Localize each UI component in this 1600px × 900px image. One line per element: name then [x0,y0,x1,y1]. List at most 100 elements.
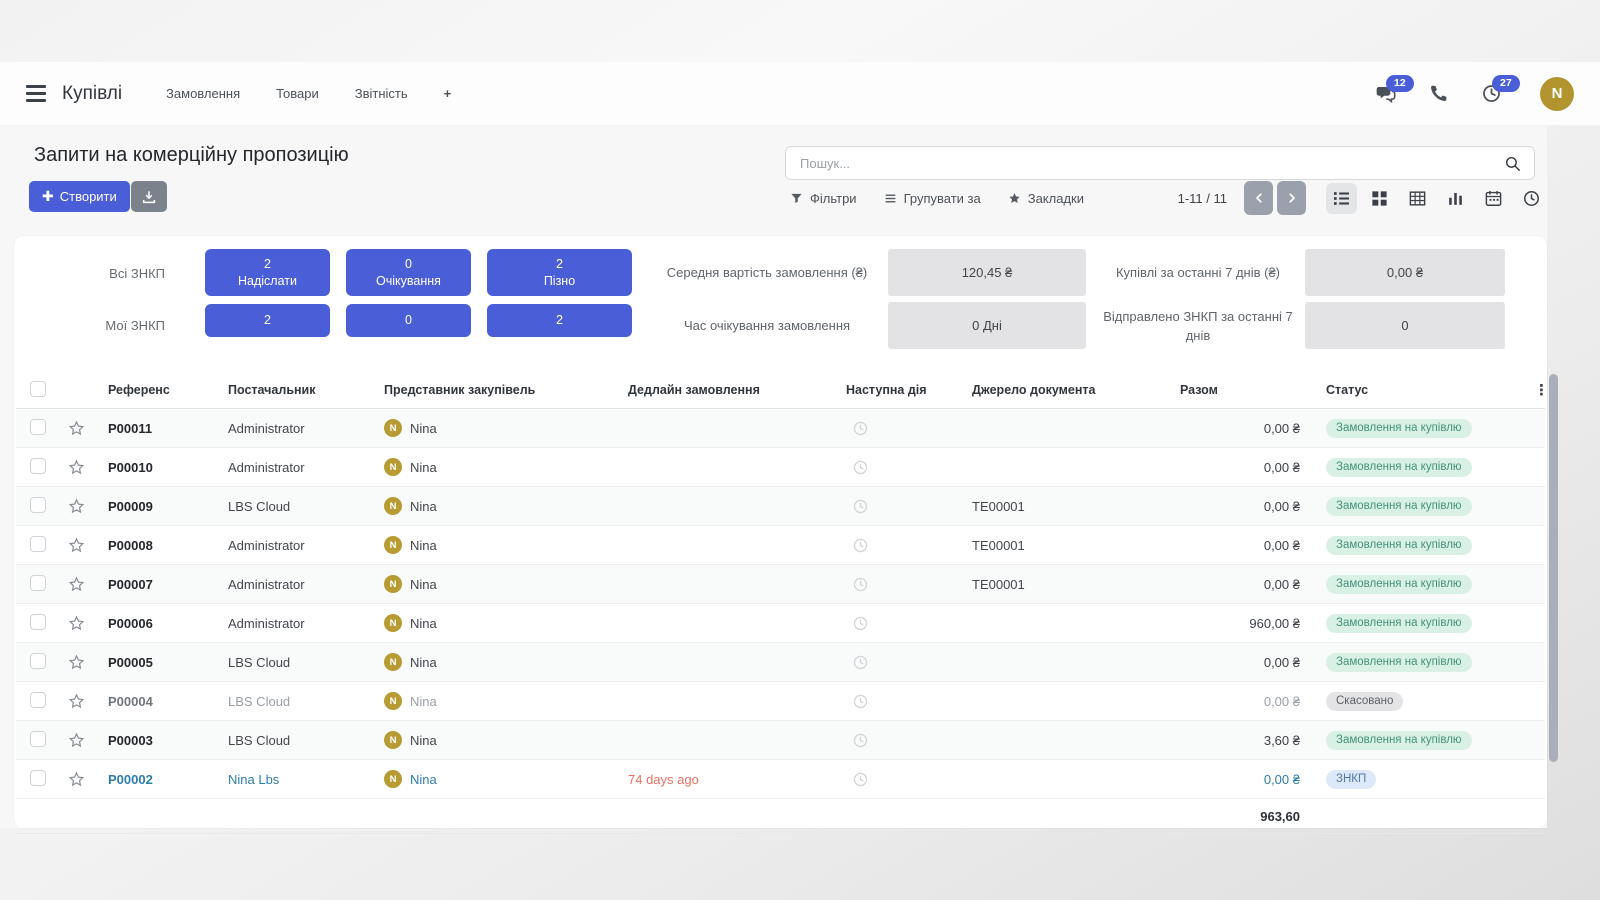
star-icon[interactable] [68,498,85,515]
star-icon[interactable] [68,576,85,593]
table-row[interactable]: P00007 Administrator N Nina TE00001 0,00 … [16,565,1545,604]
star-icon[interactable] [68,771,85,788]
messages-button[interactable]: 12 [1375,75,1414,104]
col-buyer-rep[interactable]: Представник закупівель [384,383,628,397]
star-icon[interactable] [68,654,85,671]
col-status[interactable]: Статус [1310,383,1534,397]
kpi-my-late-button[interactable]: 2 [487,304,632,337]
clock-icon[interactable] [852,693,869,710]
vertical-scrollbar[interactable] [1549,374,1558,762]
table-row[interactable]: P00005 LBS Cloud N Nina 0,00 ₴ Замовлення… [16,643,1545,682]
row-checkbox[interactable] [30,457,46,474]
table-row[interactable]: P00003 LBS Cloud N Nina 3,60 ₴ Замовлення… [16,721,1545,760]
select-all-checkbox[interactable] [30,380,46,397]
rep-avatar: N [384,497,402,515]
bookmark-star-icon [1008,192,1021,205]
col-source-document[interactable]: Джерело документа [972,383,1180,397]
table-body: P00011 Administrator N Nina 0,00 ₴ Замовл… [16,409,1545,799]
col-next-activity[interactable]: Наступна дія [846,383,972,397]
kpi-to-send-button[interactable]: 2 Надіслати [205,249,330,296]
app-title[interactable]: Купівлі [62,83,122,105]
star-icon[interactable] [68,537,85,554]
filters-button[interactable]: Фільтри [790,191,857,206]
col-reference[interactable]: Референс [108,383,228,397]
view-activity-button[interactable] [1516,183,1547,214]
pager-next-button[interactable] [1277,181,1306,215]
create-button[interactable]: ✚ Створити [29,181,130,212]
rep-avatar: N [384,692,402,710]
nav-item-reporting[interactable]: Звітність [355,86,408,101]
kpi-my-waiting-button[interactable]: 0 [346,304,471,337]
search-input[interactable] [786,155,1504,171]
nav-item-orders[interactable]: Замовлення [166,86,240,101]
clock-icon[interactable] [852,654,869,671]
table-row[interactable]: P00002 Nina Lbs N Nina 74 days ago 0,00 ₴… [16,760,1545,799]
nav-item-products[interactable]: Товари [276,86,319,101]
col-order-deadline[interactable]: Дедлайн замовлення [628,383,846,397]
row-checkbox[interactable] [30,691,46,708]
table-row[interactable]: P00011 Administrator N Nina 0,00 ₴ Замовл… [16,409,1545,448]
clock-icon[interactable] [852,498,869,515]
clock-icon[interactable] [852,420,869,437]
stat-avg-order-value: 120,45 ₴ [888,249,1086,296]
activity-view-icon [1522,189,1541,208]
star-icon[interactable] [68,459,85,476]
export-button[interactable] [131,181,167,212]
kpi-waiting-button[interactable]: 0 Очікування [346,249,471,296]
user-avatar[interactable]: N [1540,76,1574,111]
star-icon[interactable] [68,693,85,710]
table-footer: 963,60 [16,799,1545,834]
view-kanban-button[interactable] [1364,183,1395,214]
status-badge: Замовлення на купівлю [1326,457,1472,477]
page-title: Запити на комерційну пропозицію [34,144,349,166]
nav-plus-button[interactable]: + [444,86,452,101]
pager-prev-button[interactable] [1244,181,1273,215]
status-badge: Замовлення на купівлю [1326,613,1472,633]
row-checkbox[interactable] [30,769,46,786]
star-icon[interactable] [68,420,85,437]
table-row[interactable]: P00008 Administrator N Nina TE00001 0,00 … [16,526,1545,565]
table-row[interactable]: P00006 Administrator N Nina 960,00 ₴ Замо… [16,604,1545,643]
star-icon[interactable] [68,732,85,749]
view-list-button[interactable] [1326,182,1357,214]
clock-icon[interactable] [852,732,869,749]
navbar-right: 12 27 N [1375,75,1574,111]
stat-lead-time-label: Час очікування замовлення [683,318,851,334]
table-row[interactable]: P00004 LBS Cloud N Nina 0,00 ₴ Скасовано [16,682,1545,721]
col-total[interactable]: Разом [1180,383,1310,397]
rep-avatar: N [384,770,402,788]
favorites-button[interactable]: Закладки [1008,191,1084,206]
clock-icon[interactable] [852,537,869,554]
status-badge: Замовлення на купівлю [1326,574,1472,594]
activities-button[interactable]: 27 [1481,75,1520,104]
clock-icon[interactable] [852,459,869,476]
stat-rfq-sent-7d-value: 0 [1305,302,1505,349]
row-checkbox[interactable] [30,535,46,552]
phone-button[interactable] [1428,83,1449,104]
group-by-button[interactable]: Групувати за [884,191,981,206]
row-checkbox[interactable] [30,496,46,513]
stat-avg-order-label: Середня вартість замовлення (₴) [666,264,868,280]
top-navbar: Купівлі Замовлення Товари Звітність + 12… [0,62,1600,126]
row-checkbox[interactable] [30,418,46,435]
table-row[interactable]: P00009 LBS Cloud N Nina TE00001 0,00 ₴ За… [16,487,1545,526]
row-checkbox[interactable] [30,613,46,630]
clock-icon[interactable] [852,615,869,632]
col-supplier[interactable]: Постачальник [228,383,384,397]
row-checkbox[interactable] [30,730,46,747]
kpi-late-button[interactable]: 2 Пізно [487,249,632,296]
row-checkbox[interactable] [30,652,46,669]
row-checkbox[interactable] [30,574,46,591]
star-icon[interactable] [68,615,85,632]
view-pivot-button[interactable] [1402,183,1433,214]
view-calendar-button[interactable] [1478,183,1509,214]
status-badge: Замовлення на купівлю [1326,730,1472,750]
kpi-my-to-send-button[interactable]: 2 [205,304,330,337]
menu-icon[interactable] [26,85,46,102]
stat-lead-time-value: 0 Дні [888,302,1086,349]
view-graph-button[interactable] [1440,183,1471,214]
clock-icon[interactable] [852,576,869,593]
table-row[interactable]: P00010 Administrator N Nina 0,00 ₴ Замовл… [16,448,1545,487]
search-icon[interactable] [1504,155,1521,172]
clock-icon[interactable] [852,771,869,788]
